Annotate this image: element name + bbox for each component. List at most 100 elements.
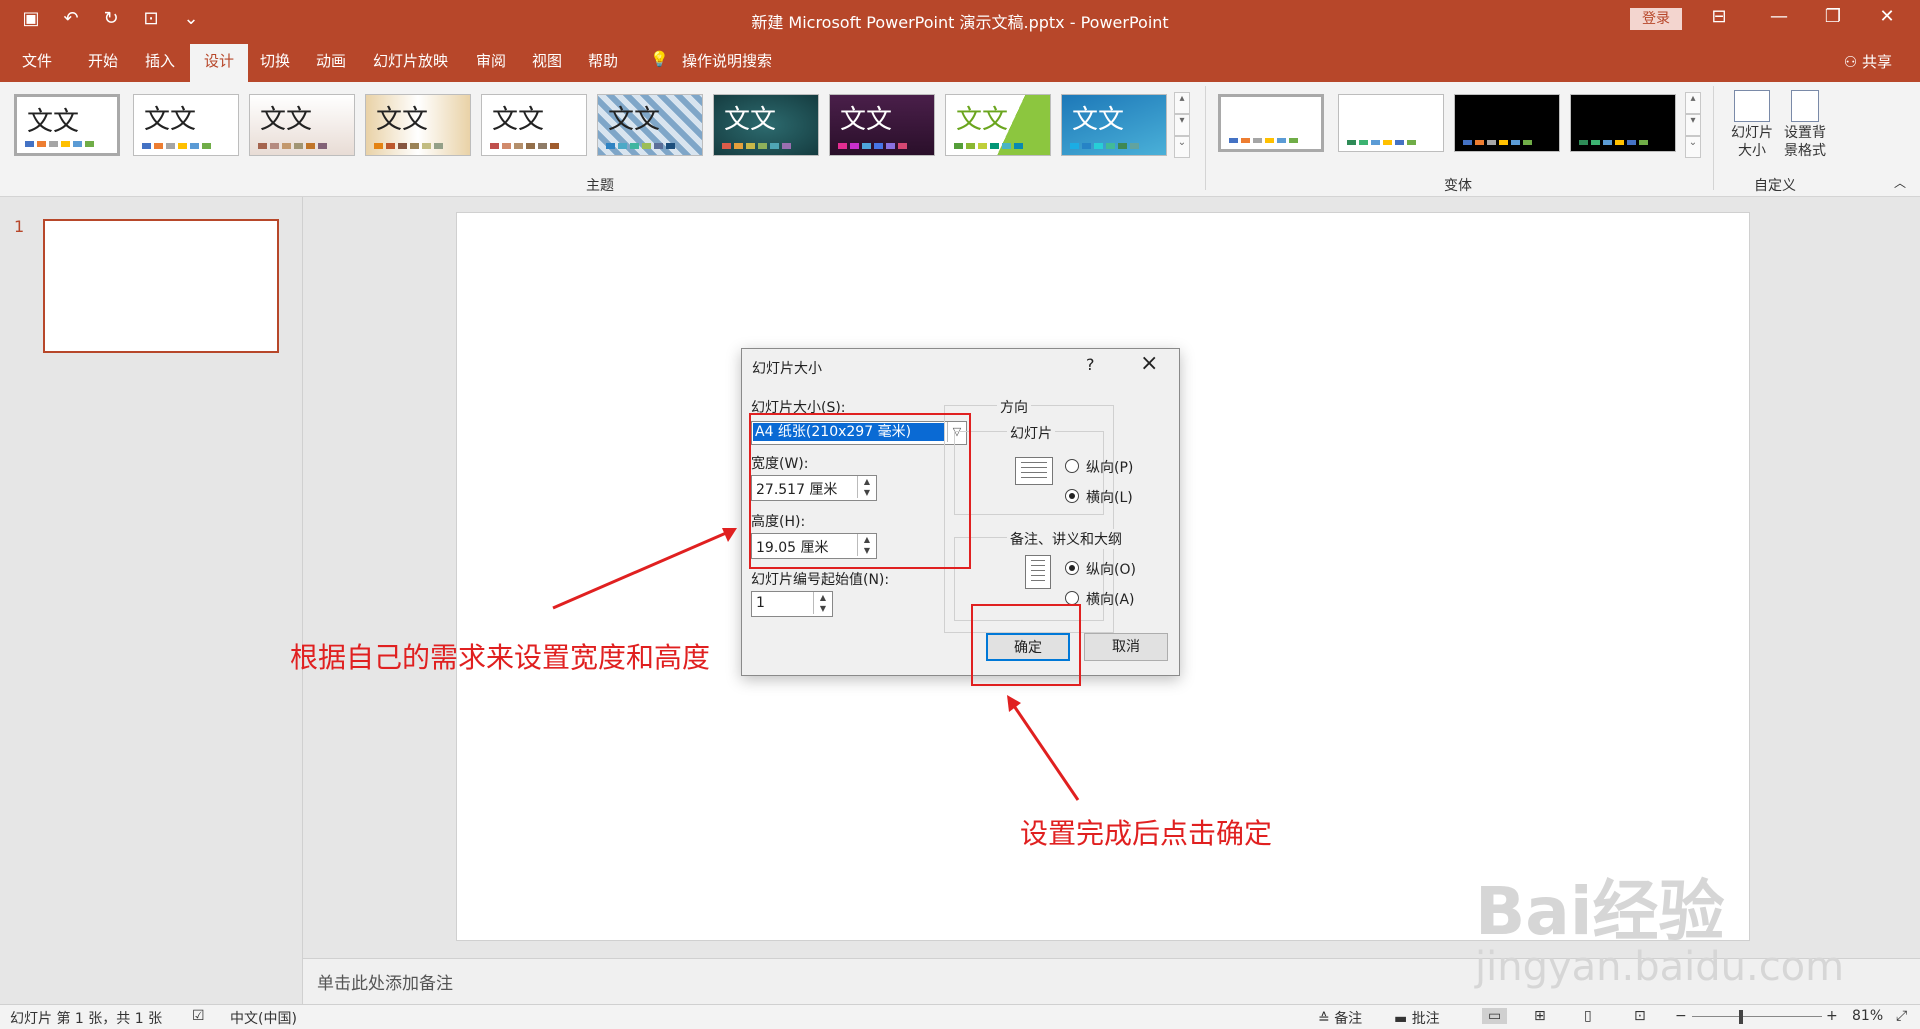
- zoom-slider[interactable]: [1692, 1016, 1822, 1017]
- zoom-slider-thumb[interactable]: [1739, 1010, 1743, 1024]
- theme-5[interactable]: 文文: [481, 94, 587, 156]
- theme-10[interactable]: 文文: [1061, 94, 1167, 156]
- dialog-title: 幻灯片大小: [752, 361, 822, 377]
- normal-view-icon[interactable]: ▭: [1482, 1008, 1508, 1024]
- slide-thumbnail[interactable]: [43, 219, 279, 353]
- tab-animations[interactable]: 动画: [316, 50, 346, 71]
- theme-office[interactable]: 文文: [14, 94, 120, 156]
- help-icon[interactable]: ?: [1086, 355, 1095, 374]
- zoom-out-icon[interactable]: −: [1675, 1008, 1687, 1024]
- zoom-in-icon[interactable]: +: [1826, 1008, 1838, 1024]
- language-status[interactable]: 中文(中国): [230, 1008, 297, 1028]
- watermark-brand: Bai经验: [1475, 873, 1725, 950]
- slide-sorter-icon[interactable]: ⊞: [1534, 1008, 1546, 1024]
- theme-preview-text: 文文: [840, 105, 893, 135]
- highlight-box-ok: [971, 604, 1081, 686]
- reading-view-icon[interactable]: ▯: [1584, 1008, 1592, 1024]
- numbering-label: 幻灯片编号起始值(N):: [751, 572, 890, 588]
- tab-insert[interactable]: 插入: [145, 50, 175, 71]
- divider: [1205, 86, 1206, 190]
- tell-me-search[interactable]: 操作说明搜索: [682, 50, 772, 71]
- variant-scroll-up[interactable]: ▴: [1685, 92, 1701, 114]
- cancel-button[interactable]: 取消: [1084, 633, 1168, 661]
- theme-4[interactable]: 文文: [365, 94, 471, 156]
- notes-toggle-label: 备注: [1334, 1011, 1363, 1027]
- comments-toggle[interactable]: ▬ 批注: [1394, 1008, 1440, 1028]
- variant-scroll-down[interactable]: ▾: [1685, 114, 1701, 136]
- minimize-icon[interactable]: —: [1756, 6, 1802, 27]
- portrait-radio[interactable]: [1065, 459, 1079, 473]
- themes-group-label: 主题: [586, 178, 614, 194]
- notes-landscape-radio[interactable]: [1065, 591, 1079, 605]
- numbering-field[interactable]: 1 ▲ ▼: [751, 591, 833, 617]
- slide-thumbnails-panel: 1: [0, 197, 303, 1004]
- variant-4[interactable]: [1570, 94, 1676, 152]
- spellcheck-icon[interactable]: ☑: [192, 1008, 205, 1024]
- close-icon[interactable]: ✕: [1864, 6, 1910, 27]
- tab-home[interactable]: 开始: [88, 50, 118, 71]
- variant-2[interactable]: [1338, 94, 1444, 152]
- tab-review[interactable]: 审阅: [476, 50, 506, 71]
- fit-to-window-icon[interactable]: ⤢: [1896, 1008, 1907, 1024]
- tab-design[interactable]: 设计: [190, 44, 249, 82]
- theme-6[interactable]: 文文: [597, 94, 703, 156]
- share-button[interactable]: ⚇ 共享: [1844, 51, 1892, 72]
- collapse-ribbon-icon[interactable]: ︿: [1894, 174, 1906, 192]
- annotation-set-size: 根据自己的需求来设置宽度和高度: [290, 641, 711, 674]
- comment-icon: ▬: [1394, 1011, 1412, 1027]
- notes-icon: ≙: [1318, 1011, 1335, 1027]
- theme-more[interactable]: ⌄: [1174, 136, 1190, 158]
- theme-scroll-down[interactable]: ▾: [1174, 114, 1190, 136]
- numbering-down-icon[interactable]: ▼: [814, 603, 832, 614]
- notes-toggle[interactable]: ≙ 备注: [1318, 1008, 1362, 1028]
- theme-preview-text: 文文: [956, 105, 1009, 135]
- theme-scroll-up[interactable]: ▴: [1174, 92, 1190, 114]
- theme-preview-text: 文文: [608, 105, 661, 135]
- portrait-page-icon: [1025, 555, 1051, 589]
- theme-preview-text: 文文: [144, 105, 197, 135]
- theme-3[interactable]: 文文: [249, 94, 355, 156]
- theme-preview-text: 文文: [492, 105, 545, 135]
- watermark-url: jingyan.baidu.com: [1475, 944, 1845, 990]
- format-background-button[interactable]: 设置背景格式: [1780, 90, 1830, 160]
- variants-group-label: 变体: [1444, 178, 1472, 194]
- variant-3[interactable]: [1454, 94, 1560, 152]
- theme-office-2[interactable]: 文文: [133, 94, 239, 156]
- theme-preview-text: 文文: [27, 107, 80, 137]
- login-button[interactable]: 登录: [1630, 8, 1682, 30]
- slide-count-status: 幻灯片 第 1 张，共 1 张: [10, 1011, 163, 1027]
- tab-view[interactable]: 视图: [532, 50, 562, 71]
- person-icon: ⚇: [1843, 53, 1862, 71]
- variant-more[interactable]: ⌄: [1685, 136, 1701, 158]
- tab-file[interactable]: 文件: [22, 50, 52, 71]
- slides-group-label: 幻灯片: [1007, 423, 1055, 443]
- ribbon-design: 文文 文文 文文 文文 文文 文文 文文 文文 文文 文文 ▴ ▾ ⌄ 主题 ▴…: [0, 82, 1920, 197]
- slide-size-button[interactable]: 幻灯片大小: [1726, 90, 1778, 160]
- orientation-label: 方向: [997, 397, 1031, 417]
- portrait-label: 纵向(P): [1086, 460, 1134, 476]
- variant-1[interactable]: [1218, 94, 1324, 152]
- divider: [1713, 86, 1714, 190]
- theme-8[interactable]: 文文: [829, 94, 935, 156]
- theme-7[interactable]: 文文: [713, 94, 819, 156]
- theme-preview-text: 文文: [376, 105, 429, 135]
- notes-portrait-radio[interactable]: [1065, 561, 1079, 575]
- restore-icon[interactable]: ❐: [1810, 6, 1856, 27]
- landscape-radio[interactable]: [1065, 489, 1079, 503]
- zoom-level[interactable]: 81%: [1852, 1008, 1883, 1024]
- close-icon[interactable]: ×: [1140, 351, 1158, 376]
- ribbon-display-icon[interactable]: ⊟: [1696, 6, 1742, 27]
- slide-number: 1: [14, 217, 25, 236]
- slide-size-icon: [1734, 90, 1770, 122]
- customize-group-label: 自定义: [1754, 178, 1796, 194]
- theme-9[interactable]: 文文: [945, 94, 1051, 156]
- title-bar: ▣ ↶ ↻ ⊡ ⌄ 新建 Microsoft PowerPoint 演示文稿.p…: [0, 0, 1920, 40]
- tab-transitions[interactable]: 切换: [260, 50, 290, 71]
- numbering-up-icon[interactable]: ▲: [814, 592, 832, 603]
- landscape-page-icon: [1015, 457, 1053, 485]
- tab-slideshow[interactable]: 幻灯片放映: [373, 50, 448, 71]
- notes-placeholder: 单击此处添加备注: [317, 974, 453, 994]
- highlight-box-fields: [749, 413, 971, 569]
- slideshow-view-icon[interactable]: ⊡: [1634, 1008, 1646, 1024]
- tab-help[interactable]: 帮助: [588, 50, 618, 71]
